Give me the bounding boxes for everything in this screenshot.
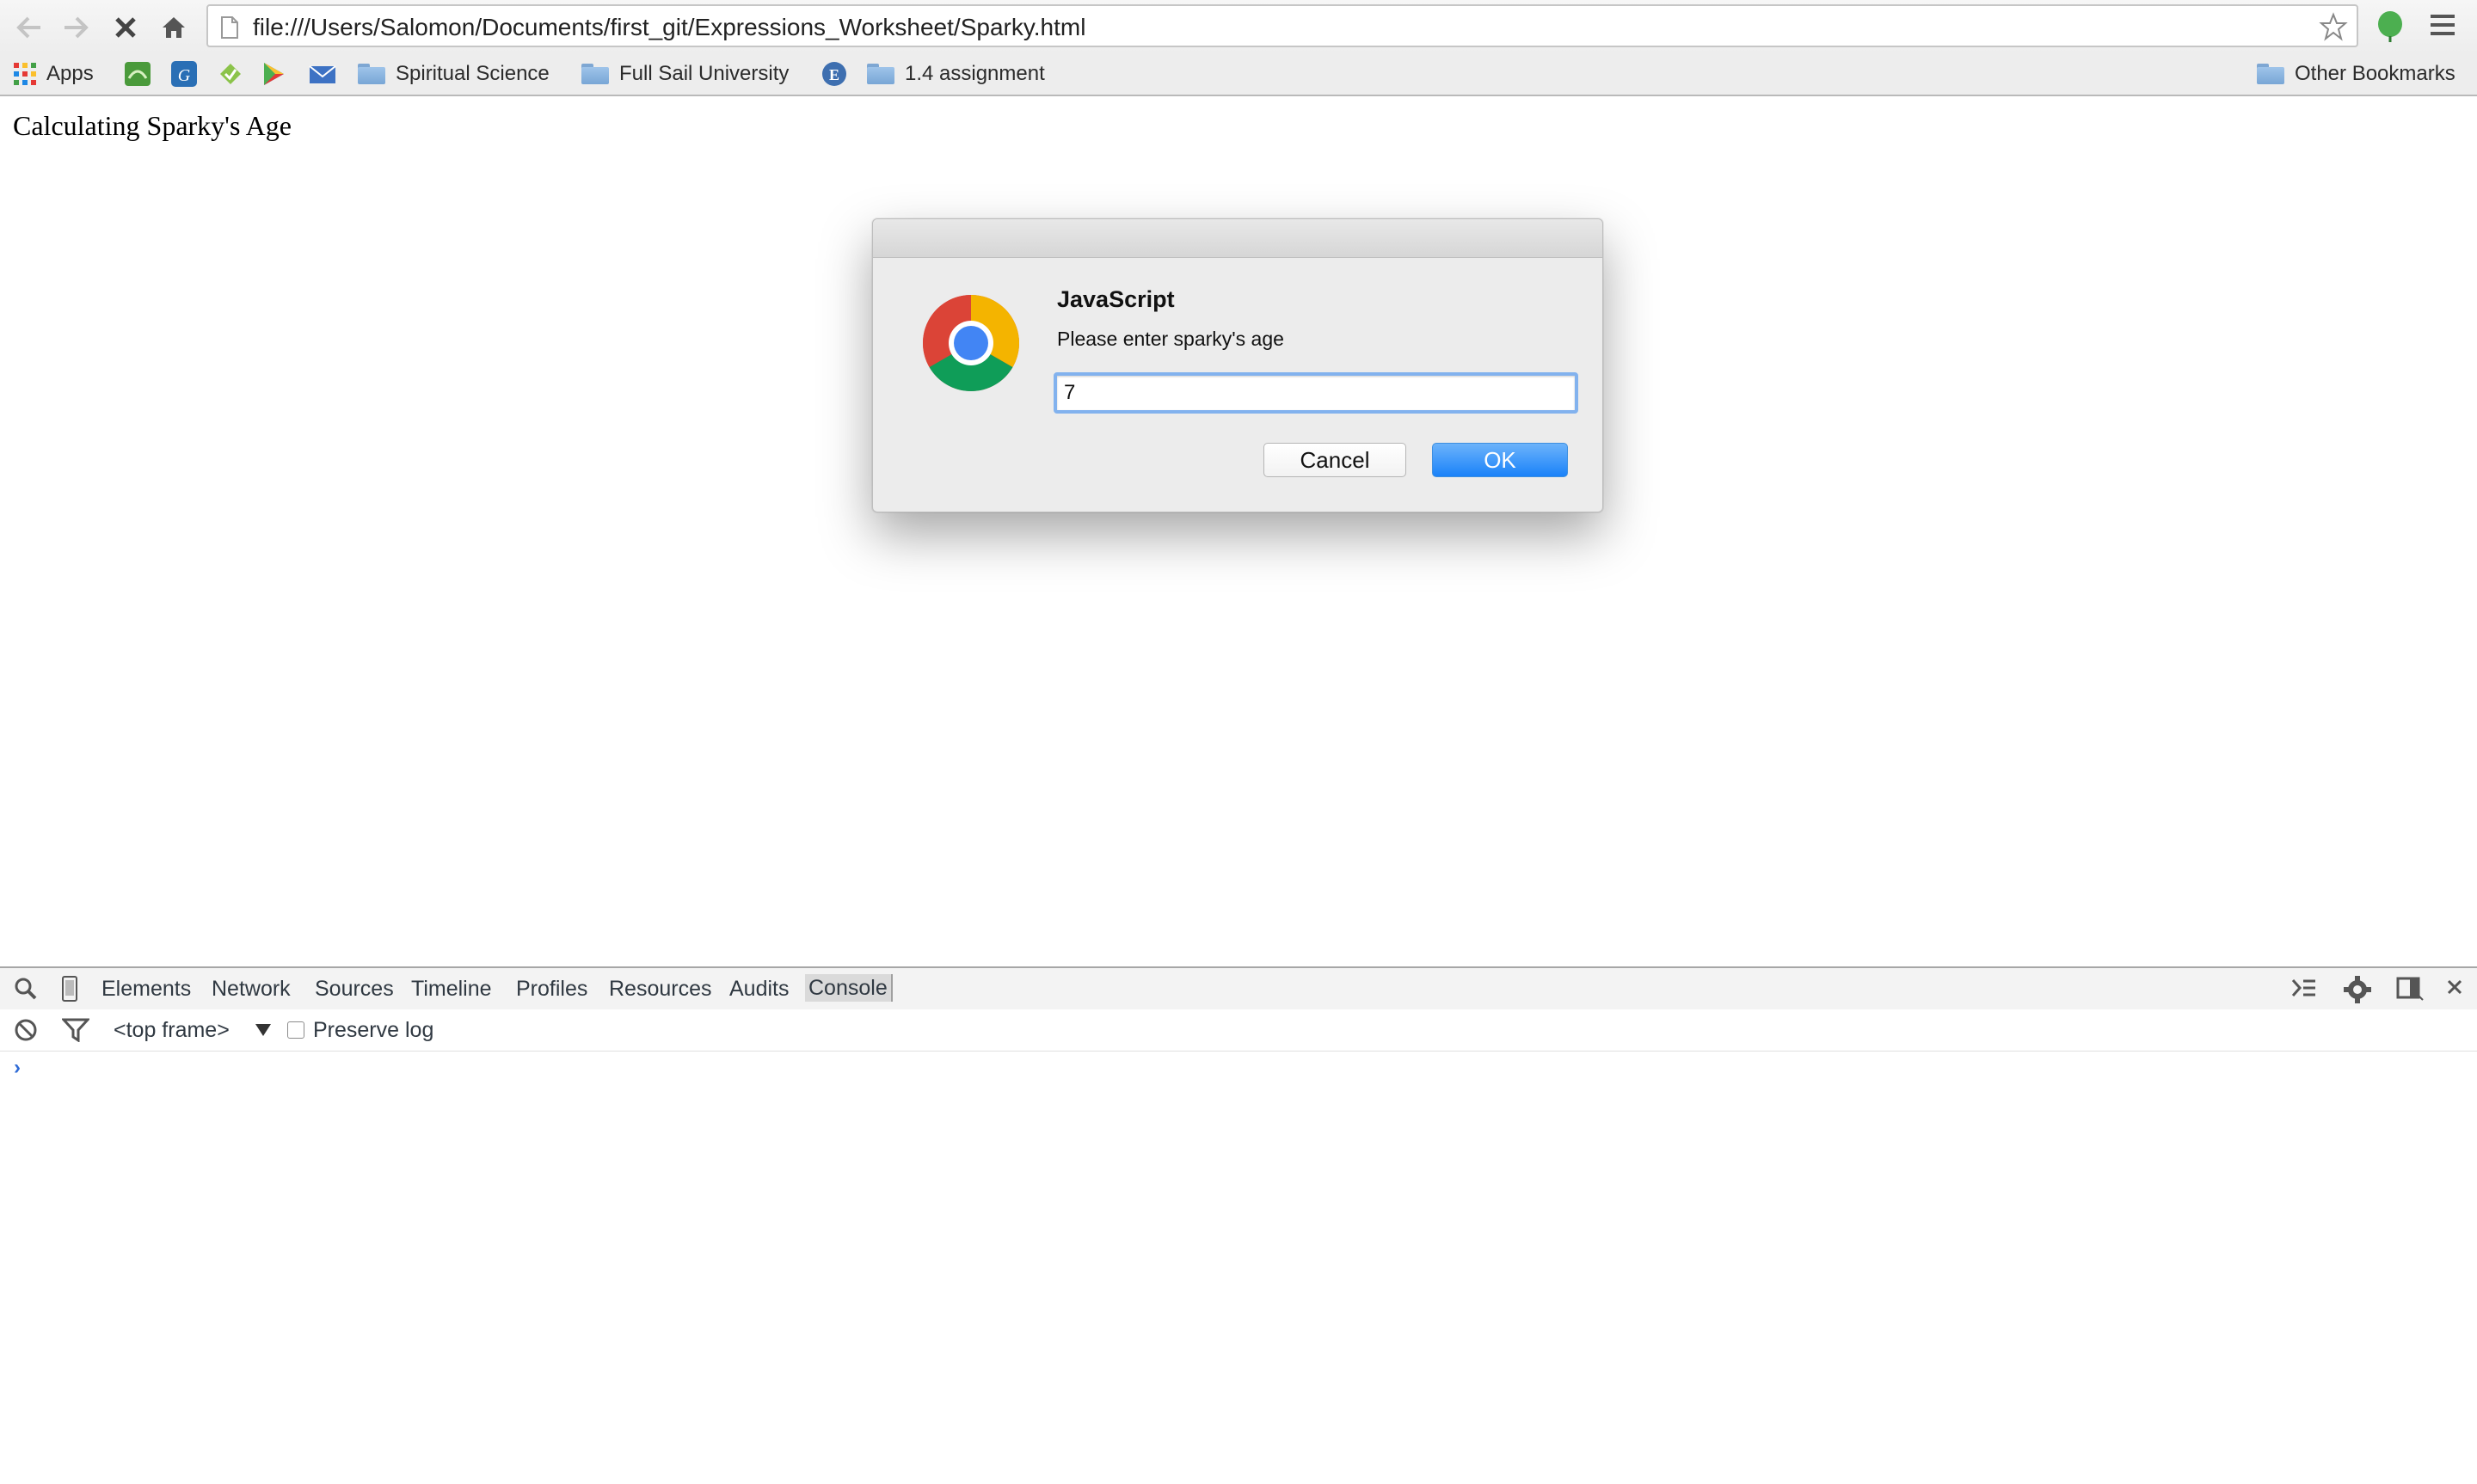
- frame-dropdown-arrow-icon[interactable]: [255, 1023, 272, 1037]
- dialog-title: JavaScript: [1057, 286, 1175, 312]
- age-prompt-input[interactable]: [1054, 372, 1578, 414]
- tab-sources[interactable]: Sources: [315, 977, 394, 1002]
- address-bar[interactable]: file:///Users/Salomon/Documents/first_gi…: [206, 4, 2358, 47]
- tab-profiles[interactable]: Profiles: [516, 977, 587, 1002]
- console-toolbar: <top frame> Preserve log: [0, 1009, 2477, 1052]
- tab-audits[interactable]: Audits: [729, 977, 789, 1002]
- svg-text:G: G: [178, 66, 191, 85]
- device-mode-icon[interactable]: [60, 975, 79, 1003]
- bookmark-label: 1.4 assignment: [905, 62, 1045, 85]
- filter-icon[interactable]: [62, 1018, 89, 1042]
- mail-icon: [308, 61, 337, 87]
- e-circle-icon: E: [821, 60, 848, 88]
- tab-timeline[interactable]: Timeline: [411, 977, 492, 1002]
- tab-resources[interactable]: Resources: [609, 977, 712, 1002]
- green-app-icon: [124, 61, 151, 87]
- tab-network[interactable]: Network: [212, 977, 291, 1002]
- frame-selector[interactable]: <top frame>: [114, 1018, 230, 1043]
- url-text[interactable]: file:///Users/Salomon/Documents/first_gi…: [253, 14, 1085, 41]
- cancel-button[interactable]: Cancel: [1263, 443, 1406, 477]
- preserve-log-label: Preserve log: [313, 1018, 434, 1042]
- bookmark-favicon-5[interactable]: [308, 58, 347, 89]
- chrome-logo-icon: [921, 293, 1021, 397]
- svg-text:E: E: [829, 66, 839, 83]
- inspect-search-icon[interactable]: [14, 977, 38, 1001]
- javascript-prompt-dialog: JavaScript Please enter sparky's age Can…: [872, 218, 1603, 512]
- extension-leaf-icon[interactable]: [2376, 10, 2405, 47]
- stop-loading-icon[interactable]: [108, 10, 143, 45]
- bookmark-folder-full-sail-university[interactable]: Full Sail University: [581, 58, 789, 89]
- console-prompt[interactable]: ›: [14, 1056, 21, 1080]
- dialog-titlebar: [873, 219, 1602, 258]
- bookmark-favicon-3[interactable]: [217, 58, 255, 89]
- folder-icon: [867, 64, 894, 84]
- ok-button[interactable]: OK: [1432, 443, 1568, 477]
- bookmarks-bar: Apps G Spiritual Science Full Sail Unive…: [0, 53, 2477, 96]
- dialog-message: Please enter sparky's age: [1057, 328, 1284, 350]
- devtools-tab-bar: Elements Network Sources Timeline Profil…: [0, 968, 2477, 1010]
- home-icon[interactable]: [157, 10, 191, 45]
- back-icon[interactable]: [12, 10, 46, 45]
- preserve-log-checkbox[interactable]: [287, 1021, 304, 1039]
- folder-icon: [581, 64, 609, 84]
- clear-console-icon[interactable]: [14, 1018, 38, 1042]
- bookmark-apps-label: Apps: [46, 62, 94, 85]
- bookmark-favicon-6[interactable]: E: [821, 58, 858, 89]
- page-heading: Calculating Sparky's Age: [13, 110, 292, 141]
- close-devtools-icon[interactable]: [2446, 978, 2463, 996]
- devtools-panel: Elements Network Sources Timeline Profil…: [0, 966, 2477, 1484]
- forward-icon[interactable]: [58, 10, 93, 45]
- bookmark-folder-other-bookmarks[interactable]: Other Bookmarks: [2257, 58, 2455, 89]
- browser-toolbar: file:///Users/Salomon/Documents/first_gi…: [0, 0, 2477, 53]
- bookmark-label: Full Sail University: [619, 62, 790, 85]
- play-store-icon: [261, 61, 286, 87]
- blue-g-icon: G: [170, 60, 198, 88]
- bookmark-label: Other Bookmarks: [2295, 62, 2455, 85]
- tab-console[interactable]: Console: [805, 974, 893, 1002]
- bookmark-folder-1-4-assignment[interactable]: 1.4 assignment: [867, 58, 1045, 89]
- folder-icon: [358, 64, 385, 84]
- bookmark-favicon-4[interactable]: [261, 58, 296, 89]
- green-leaf-icon: [217, 61, 244, 87]
- folder-icon: [2257, 64, 2284, 84]
- chrome-menu-icon[interactable]: [2429, 12, 2456, 42]
- show-drawer-icon[interactable]: [2291, 977, 2317, 999]
- bookmark-favicon-2[interactable]: G: [170, 58, 208, 89]
- bookmark-folder-spiritual-science[interactable]: Spiritual Science: [358, 58, 550, 89]
- bookmark-favicon-1[interactable]: [124, 58, 162, 89]
- bookmark-apps[interactable]: Apps: [14, 58, 94, 89]
- apps-grid-icon: [14, 63, 36, 85]
- dock-side-icon[interactable]: [2396, 977, 2424, 1001]
- bookmark-star-icon[interactable]: [2319, 12, 2348, 46]
- bookmark-label: Spiritual Science: [396, 62, 550, 85]
- tab-elements[interactable]: Elements: [101, 977, 191, 1002]
- page-icon: [220, 15, 239, 44]
- settings-gear-icon[interactable]: [2343, 975, 2372, 1004]
